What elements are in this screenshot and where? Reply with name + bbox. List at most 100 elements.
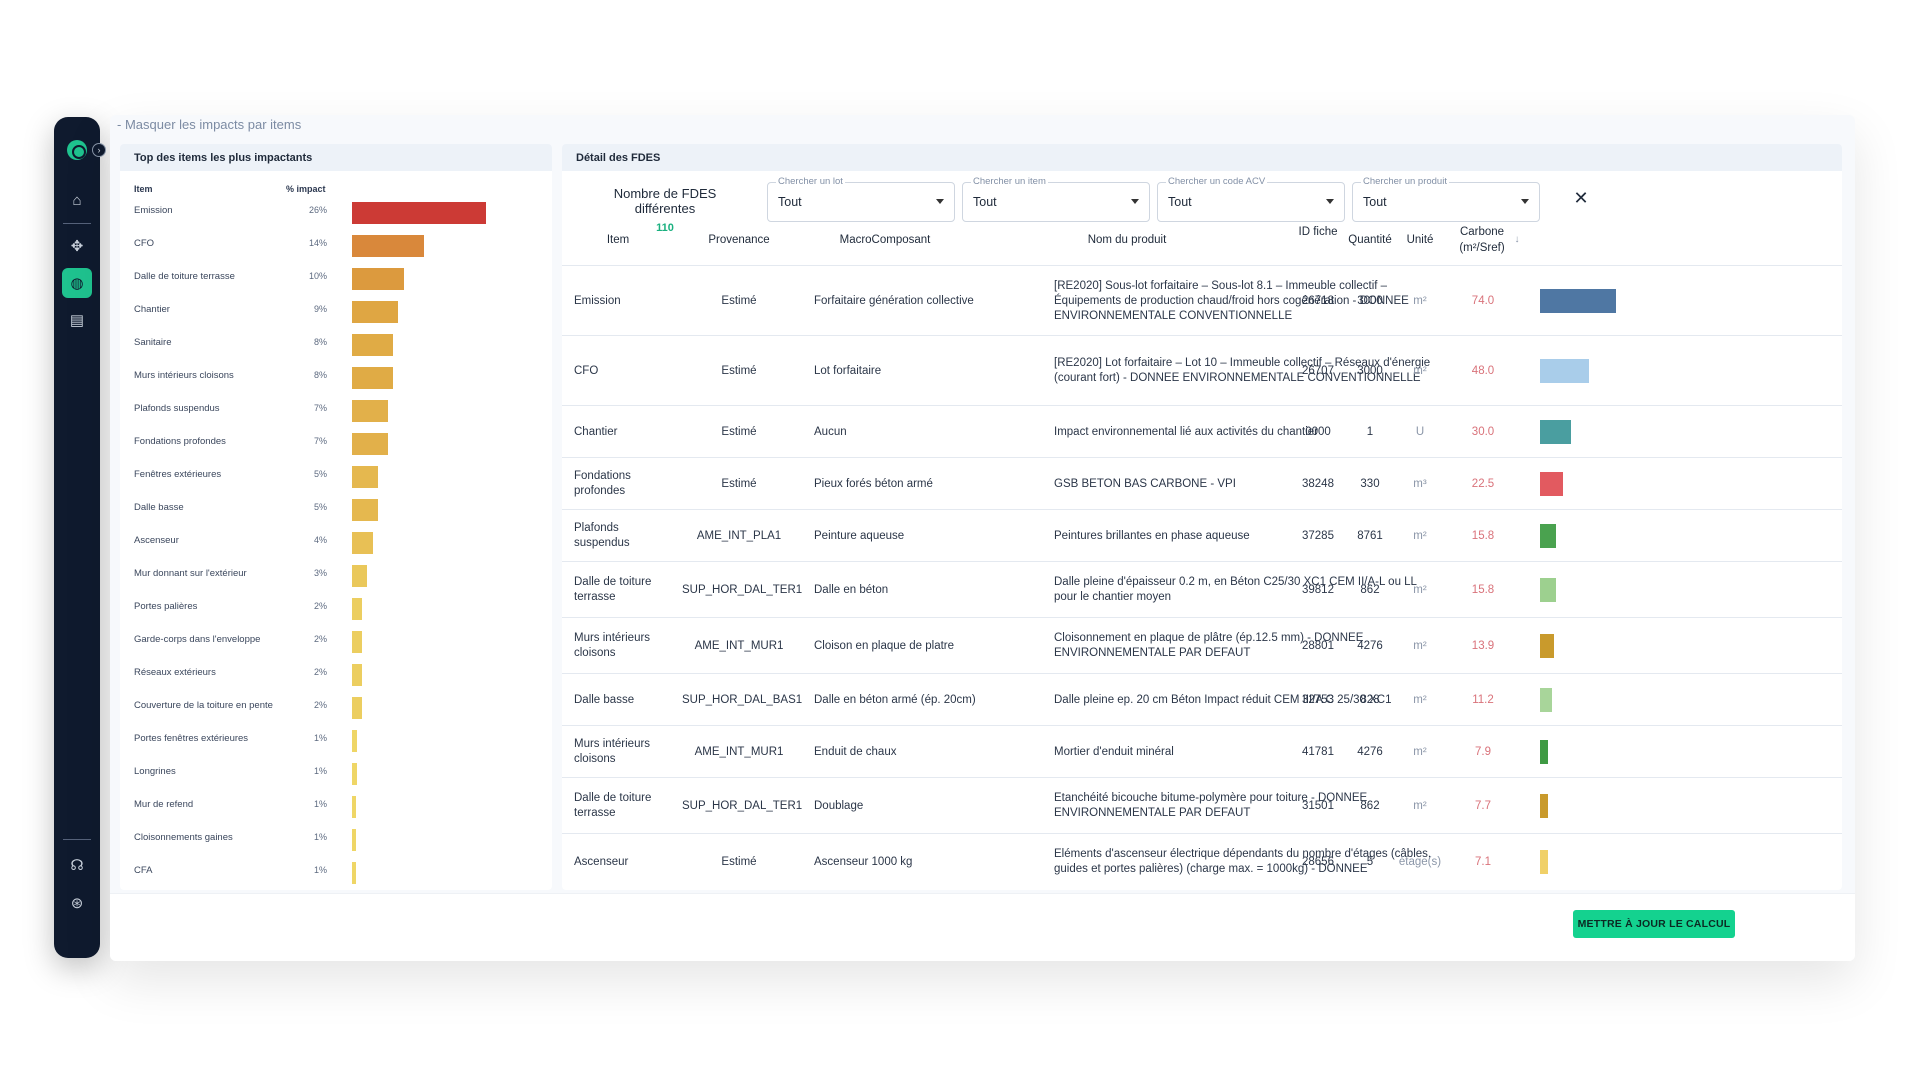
table-cell-qte: 330 [1360,477,1380,490]
filter-item-select[interactable]: Chercher un item Tout [962,176,1150,222]
top-item-name: Dalle basse [134,502,184,513]
top-item-pct: 1% [313,832,327,842]
table-row[interactable]: Plafonds suspendus AME_INT_PLA1 Peinture a… [562,509,1842,561]
top-item-name: Emission [134,205,173,216]
table-row[interactable]: CFO Estimé Lot forfaitaire [RE2020] Lot for… [562,335,1842,405]
table-row[interactable]: Chantier Estimé Aucun Impact environnementa… [562,405,1842,457]
top-item-name: Mur de refend [134,799,194,810]
table-cell-provenance: AME_INT_MUR1 [694,745,784,758]
top-item-bar [352,202,486,224]
globe-icon[interactable]: ◍ [62,268,92,298]
top-item-pct: 2% [313,601,327,611]
col-header-nom[interactable]: Nom du produit [1062,232,1192,248]
top-item-row: CFO 14% [120,235,552,257]
top-item-pct: 10% [308,271,327,281]
top-item-pct: 7% [313,436,327,446]
table-cell-provenance: AME_INT_PLA1 [696,529,782,542]
table-cell-id: 41781 [1302,745,1334,758]
table-cell-carbone: 15.8 [1471,583,1495,596]
col-header-provenance[interactable]: Provenance [694,232,784,248]
table-row[interactable]: Murs intérieurs cloisons AME_INT_MUR1 Endu… [562,725,1842,777]
filter-product-value: Tout [1363,195,1387,209]
table-row[interactable]: Fondations profondes Estimé Pieux forés bé… [562,457,1842,509]
filter-acv-value: Tout [1168,195,1192,209]
table-cell-provenance: AME_INT_MUR1 [694,639,784,652]
table-cell-id: 26707 [1302,364,1334,377]
table-row[interactable]: Emission Estimé Forfaitaire génération col… [562,265,1842,335]
update-calculation-button[interactable]: METTRE À JOUR LE CALCUL [1573,910,1735,938]
col-header-carbone[interactable]: Carbone (m²/Sref) [1452,224,1512,256]
table-cell-item: Emission [574,294,621,307]
table-row[interactable]: Dalle de toiture terrasse SUP_HOR_DAL_TER… [562,777,1842,833]
table-row[interactable]: Dalle de toiture terrasse SUP_HOR_DAL_TER… [562,561,1842,617]
col-header-qte[interactable]: Quantité [1340,232,1400,248]
top-item-bar [352,862,356,884]
chevron-down-icon [936,199,944,204]
table-row[interactable]: Ascenseur Estimé Ascenseur 1000 kg Eléments… [562,833,1842,889]
carbon-bar [1540,850,1548,874]
top-item-bar [352,235,424,257]
filter-acv-select[interactable]: Chercher un code ACV Tout [1157,176,1345,222]
table-cell-macro: Dalle en béton [814,583,889,596]
top-item-bar [352,598,362,620]
carbon-bar [1540,472,1563,496]
support-icon[interactable]: ⊛ [62,888,92,918]
col-header-id[interactable]: ID fiche [1296,224,1340,240]
top-item-name: Ascenseur [134,535,179,546]
top-item-pct: 1% [313,865,327,875]
table-cell-item: Dalle basse [574,693,635,706]
sidebar: › ⌂ ✥ ◍ ▤ ☊ ⊛ [54,117,106,958]
col-header-unite[interactable]: Unité [1398,232,1442,248]
table-cell-qte: 3000 [1357,364,1383,377]
top-item-bar [352,664,362,686]
table-cell-qte: 8761 [1357,529,1383,542]
top-item-row: Emission 26% [120,202,552,224]
table-cell-carbone: 13.9 [1471,639,1495,652]
filter-lot-select[interactable]: Chercher un lot Tout [767,176,955,222]
table-cell-unite: m² [1413,364,1427,377]
table-cell-macro: Lot forfaitaire [814,364,882,377]
hide-impacts-link[interactable]: - Masquer les impacts par items [117,117,301,132]
top-item-bar [352,433,388,455]
document-icon[interactable]: ▤ [62,305,92,335]
top-item-name: Murs intérieurs cloisons [134,370,234,381]
headset-icon[interactable]: ☊ [62,850,92,880]
table-cell-unite: m² [1413,529,1427,542]
sort-desc-icon[interactable]: ↓ [1510,232,1524,248]
table-cell-qte: 4276 [1357,639,1383,652]
table-cell-provenance: SUP_HOR_DAL_TER1 [682,799,803,812]
table-cell-item: Murs intérieurs cloisons [574,738,651,765]
col-header-item[interactable]: Item [580,232,656,248]
table-cell-macro: Cloison en plaque de platre [814,639,955,652]
table-cell-provenance: SUP_HOR_DAL_BAS1 [682,693,803,706]
filter-product-select[interactable]: Chercher un produit Tout [1352,176,1540,222]
close-icon[interactable]: ✕ [1568,185,1594,211]
puzzle-icon[interactable]: ✥ [62,231,92,261]
top-item-bar [352,829,356,851]
filter-product-label: Chercher un produit [1361,176,1449,187]
table-row[interactable]: Dalle basse SUP_HOR_DAL_BAS1 Dalle en béto… [562,673,1842,725]
fdes-count: Nombre de FDES différentes 110 [592,186,738,234]
table-row[interactable]: Murs intérieurs cloisons AME_INT_MUR1 Cloi… [562,617,1842,673]
carbon-bar [1540,524,1556,548]
table-cell-carbone: 7.9 [1475,745,1491,758]
table-cell-unite: étage(s) [1398,855,1442,868]
col-header-macro[interactable]: MacroComposant [820,232,950,248]
sidebar-toggle-icon[interactable]: › [92,143,106,157]
top-item-row: Plafonds suspendus 7% [120,400,552,422]
chevron-down-icon [1521,199,1529,204]
logo-icon[interactable] [67,140,87,160]
main-content: - Masquer les impacts par items Top des … [110,115,1855,961]
table-cell-item: Dalle de toiture terrasse [574,792,652,819]
top-item-row: Fenêtres extérieures 5% [120,466,552,488]
top-item-row: Réseaux extérieurs 2% [120,664,552,686]
table-cell-macro: Dalle en béton armé (ép. 20cm) [814,693,976,706]
top-item-row: Mur de refend 1% [120,796,552,818]
table-cell-carbone: 7.7 [1475,799,1491,812]
top-item-pct: 1% [313,733,327,743]
table-cell-carbone: 74.0 [1471,294,1495,307]
home-icon[interactable]: ⌂ [62,185,92,215]
top-item-bar [352,466,378,488]
table-cell-unite: m² [1413,639,1427,652]
carbon-bar [1540,634,1554,658]
